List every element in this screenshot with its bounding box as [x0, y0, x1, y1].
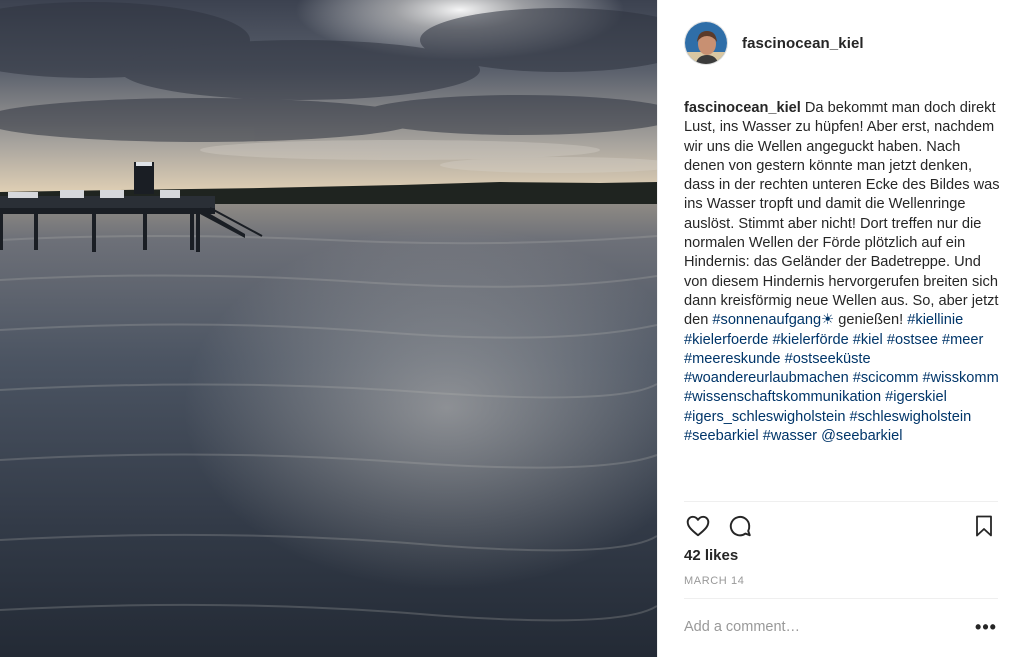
- hashtag[interactable]: #kielerförde: [772, 332, 848, 348]
- hashtag[interactable]: #sonnenaufgang☀: [712, 312, 834, 328]
- hashtag[interactable]: #igers_schleswigholstein: [684, 409, 845, 425]
- hashtag[interactable]: #igerskiel: [885, 389, 947, 405]
- hashtag[interactable]: #wissenschaftskommunikation: [684, 389, 881, 405]
- post-date[interactable]: MARCH 14: [684, 575, 744, 587]
- hashtag[interactable]: #seebarkiel: [684, 428, 759, 444]
- caption-username[interactable]: fascinocean_kiel: [684, 100, 801, 116]
- save-button[interactable]: [968, 510, 1000, 542]
- bookmark-icon: [976, 515, 992, 537]
- hashtag-list: #kiellinie #kielerfoerde #kielerförde #k…: [684, 312, 999, 444]
- more-options-icon[interactable]: •••: [974, 615, 998, 639]
- hashtag[interactable]: #woandereurlaubmachen: [684, 370, 849, 386]
- comment-button[interactable]: [724, 510, 756, 542]
- comment-input[interactable]: [684, 619, 974, 635]
- lake-sunrise-photo: [0, 0, 657, 657]
- hashtag[interactable]: #kiellinie: [907, 312, 963, 328]
- hashtag[interactable]: #kielerfoerde: [684, 332, 768, 348]
- hashtag[interactable]: #wisskomm: [923, 370, 999, 386]
- hashtag[interactable]: #kiel: [853, 332, 883, 348]
- comment-row: •••: [684, 608, 998, 646]
- hashtag[interactable]: @seebarkiel: [821, 428, 902, 444]
- hashtag[interactable]: #ostsee: [887, 332, 938, 348]
- hashtag[interactable]: #wasser: [763, 428, 817, 444]
- avatar[interactable]: [684, 21, 728, 65]
- post-photo[interactable]: [0, 0, 657, 657]
- likes-count[interactable]: 42 likes: [684, 547, 738, 564]
- instagram-post: fascinocean_kiel fascinocean_kiel Da bek…: [0, 0, 1024, 657]
- header-username[interactable]: fascinocean_kiel: [742, 35, 864, 52]
- caption-scroll-area[interactable]: fascinocean_kiel Da bekommt man doch dir…: [684, 99, 1002, 501]
- divider: [684, 501, 998, 502]
- hashtag[interactable]: #schleswigholstein: [850, 409, 972, 425]
- heart-icon: [686, 515, 710, 537]
- divider: [684, 598, 998, 599]
- hashtag[interactable]: #meereskunde: [684, 351, 781, 367]
- comment-bubble-icon: [729, 515, 751, 537]
- caption-text: Da bekommt man doch direkt Lust, ins Was…: [684, 100, 1000, 329]
- post-header: fascinocean_kiel: [658, 0, 1024, 86]
- avatar-photo: [685, 22, 727, 64]
- caption: fascinocean_kiel Da bekommt man doch dir…: [684, 99, 1002, 446]
- hashtag[interactable]: #meer: [942, 332, 983, 348]
- caption-text-after-tag: genießen!: [834, 312, 908, 329]
- hashtag[interactable]: #ostseeküste: [785, 351, 871, 367]
- hashtag[interactable]: #scicomm: [853, 370, 919, 386]
- action-bar: [684, 510, 998, 542]
- like-button[interactable]: [682, 510, 714, 542]
- post-details-panel: fascinocean_kiel fascinocean_kiel Da bek…: [657, 0, 1024, 657]
